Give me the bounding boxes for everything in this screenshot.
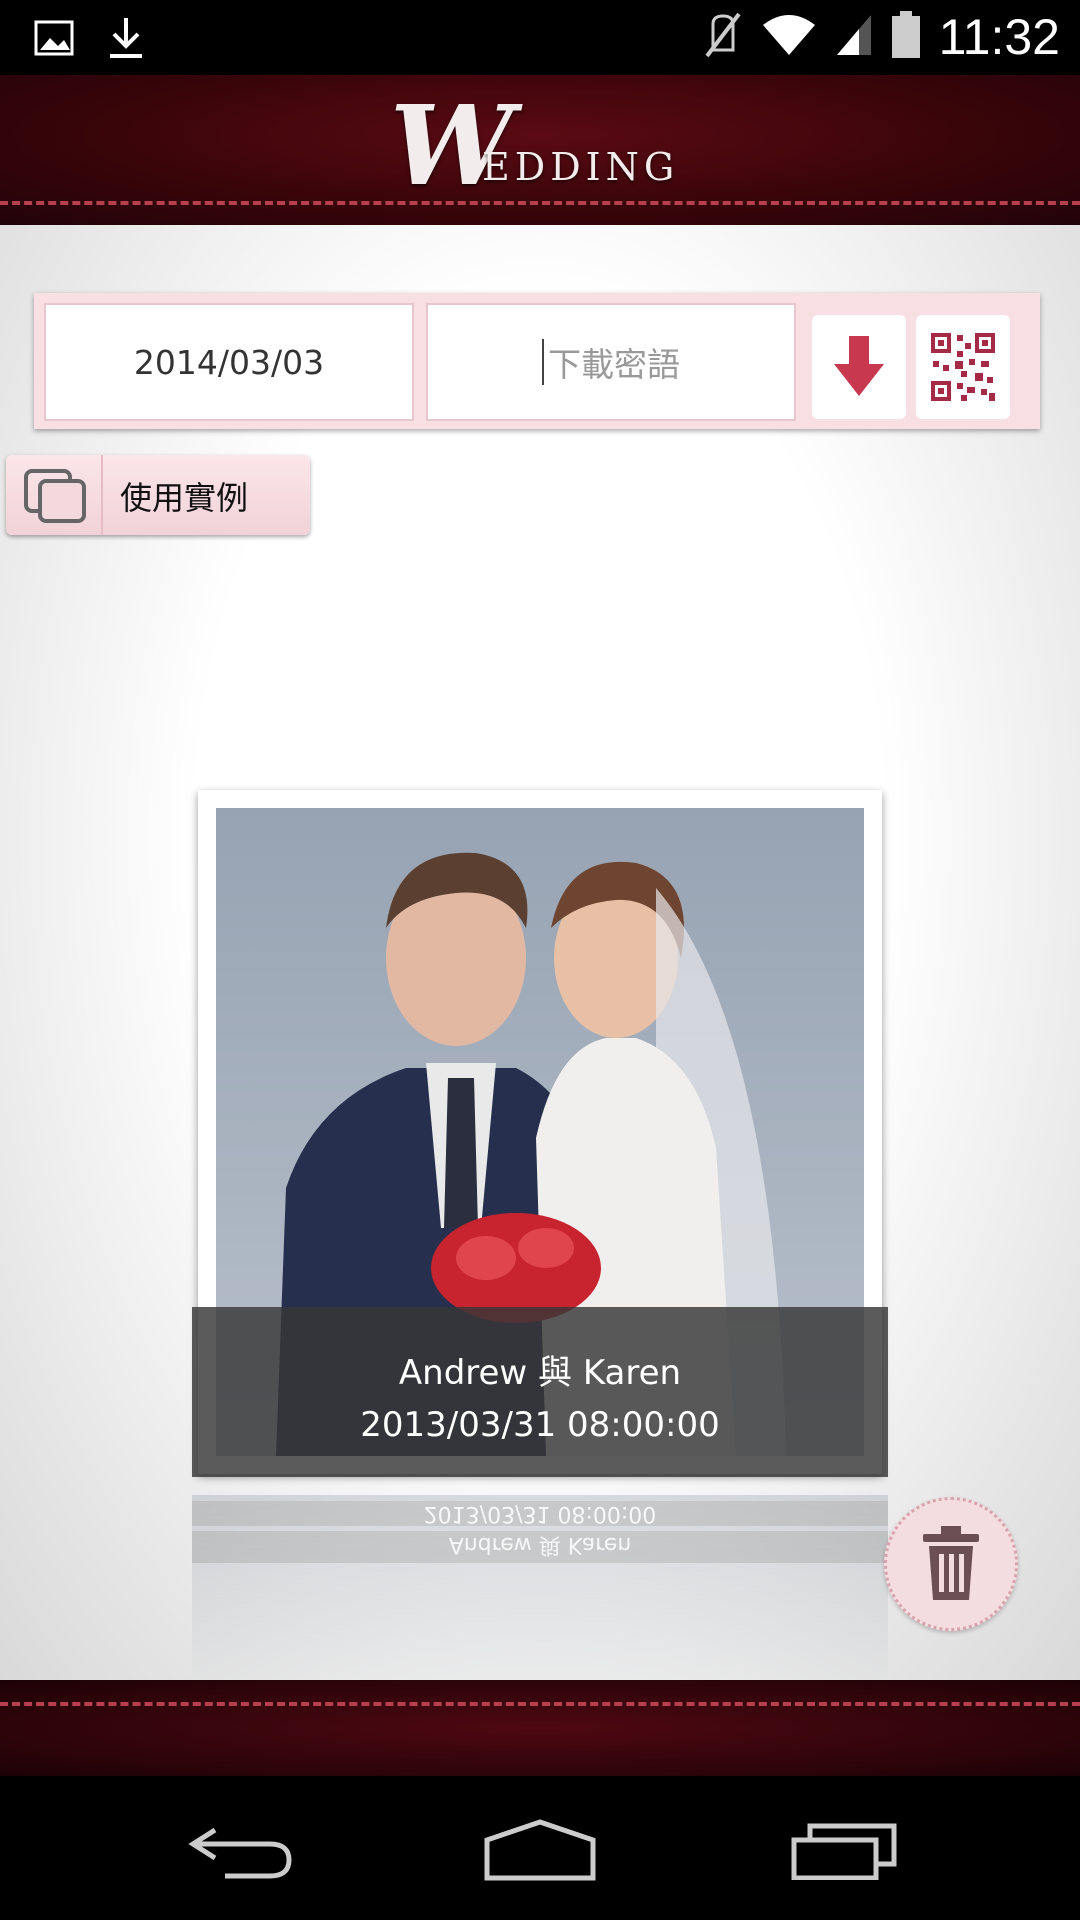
app-footer	[0, 1680, 1080, 1776]
download-button[interactable]	[812, 315, 906, 419]
wedding-logo: W EDDING	[390, 81, 680, 210]
clock: 11:32	[938, 9, 1060, 65]
back-icon	[188, 1827, 292, 1879]
system-nav-bar	[0, 1776, 1080, 1920]
app-header: W EDDING	[0, 75, 1080, 225]
recents-button[interactable]	[780, 1810, 910, 1890]
signal-icon	[835, 13, 873, 61]
usage-example-button[interactable]: 使用實例	[6, 455, 310, 535]
trash-icon	[923, 1526, 979, 1600]
download-toolbar: 2014/03/03 下載密語	[34, 293, 1040, 429]
home-button[interactable]	[475, 1810, 605, 1890]
image-icon	[34, 20, 74, 60]
qr-code-icon	[931, 333, 995, 401]
battery-icon	[891, 11, 921, 63]
download-arrow-icon	[834, 336, 884, 396]
back-button[interactable]	[175, 1810, 305, 1890]
password-input[interactable]: 下載密語	[426, 303, 796, 421]
couple-names: Andrew 與 Karen	[398, 1353, 682, 1393]
main-content: 2014/03/03 下載密語 使用實例 Andrew 與 Karen 2013…	[0, 225, 1080, 1680]
photo-reflection: 2013/03/31 08:00:00 Andrew 與 Karen	[192, 1495, 888, 1680]
download-icon	[108, 16, 144, 64]
wifi-icon	[761, 13, 817, 61]
date-field[interactable]: 2014/03/03	[44, 303, 414, 421]
mute-icon	[703, 10, 743, 64]
delete-button[interactable]	[884, 1497, 1018, 1631]
recents-icon	[791, 1823, 897, 1880]
home-icon	[484, 1819, 596, 1881]
album-caption: Andrew 與 Karen 2013/03/31 08:00:00	[192, 1307, 888, 1477]
gallery-stack-icon	[24, 469, 86, 523]
qr-scan-button[interactable]	[916, 315, 1010, 419]
album-datetime: 2013/03/31 08:00:00	[360, 1405, 720, 1445]
status-bar: 11:32	[0, 0, 1080, 75]
